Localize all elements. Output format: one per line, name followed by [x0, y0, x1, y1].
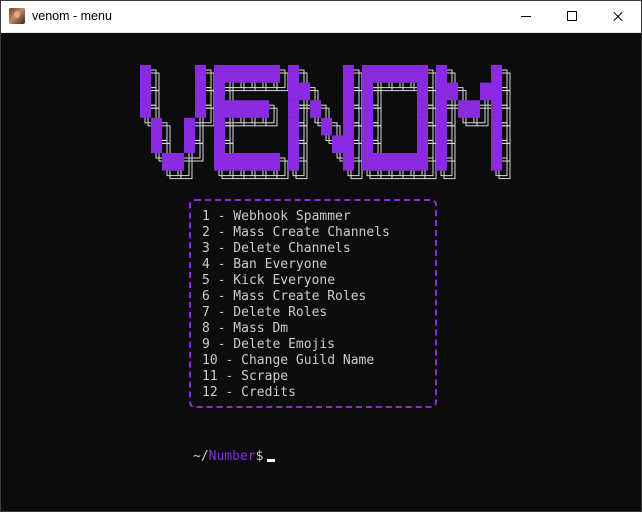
menu-item-mass-create-roles: 6 - Mass Create Roles: [202, 289, 367, 304]
menu-item-delete-channels: 3 - Delete Channels: [202, 241, 351, 256]
menu-item-webhook-spammer: 1 - Webhook Spammer: [202, 209, 351, 224]
venom-logo-graphic: [140, 65, 511, 180]
console-area[interactable]: 1 - Webhook Spammer 2 - Mass Create Chan…: [1, 33, 641, 511]
window-title: venom - menu: [32, 9, 112, 23]
menu-item-kick-everyone: 5 - Kick Everyone: [202, 273, 336, 288]
close-icon[interactable]: [595, 1, 641, 32]
title-bar[interactable]: venom - menu: [1, 1, 641, 33]
menu-box: 1 - Webhook Spammer 2 - Mass Create Chan…: [189, 199, 437, 408]
menu-item-scrape: 11 - Scrape: [202, 369, 289, 384]
text-cursor[interactable]: [267, 459, 276, 462]
minimize-icon[interactable]: [503, 1, 549, 32]
logo-letter-n: [288, 65, 363, 180]
menu-item-credits: 12 - Credits: [202, 385, 296, 400]
menu-item-mass-create-channels: 2 - Mass Create Channels: [202, 225, 390, 240]
menu-item-mass-dm: 8 - Mass Dm: [202, 321, 289, 336]
logo-letter-m: [436, 65, 511, 180]
menu-list: 1 - Webhook Spammer 2 - Mass Create Chan…: [202, 209, 390, 401]
logo-letter-v: [140, 65, 215, 180]
menu-item-ban-everyone: 4 - Ban Everyone: [202, 257, 328, 272]
menu-item-delete-roles: 7 - Delete Roles: [202, 305, 328, 320]
prompt-suffix: $: [255, 449, 264, 464]
prompt-word: Number: [208, 449, 256, 464]
app-avatar-icon[interactable]: [9, 8, 25, 24]
prompt-prefix: ~/: [193, 449, 209, 464]
logo-letter-e: [214, 65, 289, 180]
maximize-icon[interactable]: [549, 1, 595, 32]
terminal-window: venom - menu 1 - Webhook Spammer 2 - Mas…: [0, 0, 642, 512]
command-prompt[interactable]: ~/Number$: [193, 449, 276, 465]
logo-letter-o: [362, 65, 437, 180]
menu-item-change-guild-name: 10 - Change Guild Name: [202, 353, 375, 368]
menu-item-delete-emojis: 9 - Delete Emojis: [202, 337, 336, 352]
venom-logo: [1, 55, 641, 195]
